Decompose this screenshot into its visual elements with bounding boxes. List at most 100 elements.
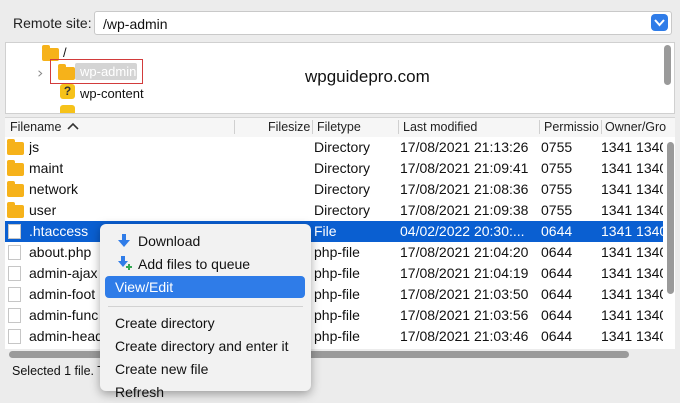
file-permissions: 0644 bbox=[541, 307, 573, 323]
menu-item-create-new-file[interactable]: Create new file bbox=[105, 358, 305, 380]
menu-item-view-edit[interactable]: View/Edit bbox=[105, 276, 305, 298]
file-modified: 17/08/2021 21:09:38 bbox=[400, 202, 529, 218]
menu-item-label: View/Edit bbox=[115, 279, 174, 295]
file-name: .htaccess bbox=[29, 223, 89, 239]
file-icon bbox=[8, 287, 21, 302]
file-name: js bbox=[29, 139, 40, 155]
chevron-down-icon bbox=[654, 19, 665, 27]
column-separator[interactable] bbox=[234, 120, 235, 134]
file-modified: 17/08/2021 21:04:19 bbox=[400, 265, 529, 281]
download-icon bbox=[118, 234, 130, 247]
file-owner: 1341 1340 bbox=[601, 181, 663, 197]
file-type: File bbox=[314, 223, 337, 239]
column-owner-group[interactable]: Owner/Gro bbox=[605, 120, 667, 134]
file-owner: 1341 1340 bbox=[601, 139, 663, 155]
menu-item-create-directory-enter[interactable]: Create directory and enter it bbox=[105, 335, 305, 357]
menu-item-download[interactable]: Download bbox=[105, 230, 305, 252]
file-list-header: Filename Filesize Filetype Last modified… bbox=[5, 117, 675, 138]
folder-icon bbox=[7, 160, 24, 176]
remote-site-value: /wp-admin bbox=[103, 16, 168, 32]
column-separator[interactable] bbox=[601, 120, 602, 134]
file-type: php-file bbox=[314, 286, 360, 302]
file-permissions: 0755 bbox=[541, 181, 573, 197]
table-row[interactable]: js Directory 17/08/2021 21:13:26 0755 13… bbox=[5, 137, 663, 158]
menu-item-label: Refresh bbox=[115, 384, 165, 400]
file-permissions: 0644 bbox=[541, 265, 573, 281]
file-icon bbox=[8, 245, 21, 260]
file-icon bbox=[8, 308, 21, 323]
menu-item-add-to-queue[interactable]: Add files to queue bbox=[105, 253, 305, 275]
file-list-vertical-scrollbar[interactable] bbox=[667, 142, 674, 294]
file-name: admin-func bbox=[29, 307, 99, 323]
menu-item-label: Create new file bbox=[115, 361, 209, 377]
table-row[interactable]: network Directory 17/08/2021 21:08:36 07… bbox=[5, 179, 663, 200]
remote-site-dropdown-button[interactable] bbox=[651, 14, 668, 31]
watermark-text: wpguidepro.com bbox=[305, 67, 430, 86]
file-permissions: 0755 bbox=[541, 160, 573, 176]
file-modified: 17/08/2021 21:09:41 bbox=[400, 160, 529, 176]
file-permissions: 0755 bbox=[541, 139, 573, 155]
file-modified: 17/08/2021 21:03:46 bbox=[400, 328, 529, 344]
tree-scrollbar[interactable] bbox=[664, 45, 671, 85]
file-owner: 1341 1340 bbox=[601, 244, 663, 260]
file-owner: 1341 1340 bbox=[601, 223, 663, 239]
folder-icon bbox=[58, 64, 75, 80]
question-mark-icon: ? bbox=[60, 84, 75, 99]
column-separator[interactable] bbox=[398, 120, 399, 134]
question-mark-icon bbox=[60, 105, 75, 113]
column-last-modified[interactable]: Last modified bbox=[403, 120, 477, 134]
chevron-right-icon[interactable] bbox=[37, 70, 44, 77]
file-name: about.php bbox=[29, 244, 92, 260]
file-type: Directory bbox=[314, 139, 371, 155]
remote-directory-tree: / wp-admin ? wp-content wpguidepro.com bbox=[5, 42, 675, 114]
file-owner: 1341 1340 bbox=[601, 307, 663, 323]
file-type: Directory bbox=[314, 202, 371, 218]
file-owner: 1341 1340 bbox=[601, 328, 663, 344]
folder-icon bbox=[7, 139, 24, 155]
column-separator[interactable] bbox=[539, 120, 540, 134]
table-row[interactable]: user Directory 17/08/2021 21:09:38 0755 … bbox=[5, 200, 663, 221]
menu-item-label: Create directory and enter it bbox=[115, 338, 289, 354]
column-filetype[interactable]: Filetype bbox=[317, 120, 361, 134]
column-separator[interactable] bbox=[312, 120, 313, 134]
status-bar-text: Selected 1 file. T bbox=[12, 364, 105, 378]
remote-site-input[interactable]: /wp-admin bbox=[94, 11, 672, 35]
menu-item-refresh[interactable]: Refresh bbox=[105, 381, 305, 403]
file-permissions: 0755 bbox=[541, 202, 573, 218]
menu-item-label: Create directory bbox=[115, 315, 215, 331]
file-permissions: 0644 bbox=[541, 244, 573, 260]
add-to-queue-icon bbox=[118, 256, 132, 270]
file-name: admin-ajax bbox=[29, 265, 98, 281]
remote-site-label: Remote site: bbox=[13, 15, 92, 31]
sort-ascending-icon bbox=[67, 122, 79, 130]
file-owner: 1341 1340 bbox=[601, 202, 663, 218]
menu-item-create-directory[interactable]: Create directory bbox=[105, 312, 305, 334]
file-modified: 04/02/2022 20:30:... bbox=[400, 223, 525, 239]
table-row[interactable]: maint Directory 17/08/2021 21:09:41 0755… bbox=[5, 158, 663, 179]
folder-icon bbox=[7, 181, 24, 197]
menu-item-label: Add files to queue bbox=[138, 256, 251, 272]
file-icon bbox=[8, 329, 21, 344]
file-type: Directory bbox=[314, 160, 371, 176]
file-modified: 17/08/2021 21:13:26 bbox=[400, 139, 529, 155]
file-owner: 1341 1340 bbox=[601, 160, 663, 176]
file-name: network bbox=[29, 181, 79, 197]
column-filesize[interactable]: Filesize bbox=[268, 120, 310, 134]
folder-icon bbox=[7, 202, 24, 218]
tree-item-wp-admin[interactable]: wp-admin bbox=[80, 64, 136, 79]
file-name: maint bbox=[29, 160, 64, 176]
file-name: admin-foot bbox=[29, 286, 96, 302]
menu-item-label: Download bbox=[138, 233, 201, 249]
column-filename[interactable]: Filename bbox=[10, 120, 61, 134]
file-type: Directory bbox=[314, 181, 371, 197]
column-permissions[interactable]: Permissio bbox=[544, 120, 600, 134]
file-type: php-file bbox=[314, 328, 360, 344]
file-permissions: 0644 bbox=[541, 286, 573, 302]
tree-item-root[interactable]: / bbox=[63, 45, 67, 60]
file-modified: 17/08/2021 21:03:50 bbox=[400, 286, 529, 302]
file-permissions: 0644 bbox=[541, 223, 573, 239]
file-owner: 1341 1340 bbox=[601, 286, 663, 302]
file-icon bbox=[8, 224, 21, 239]
tree-item-wp-content[interactable]: wp-content bbox=[80, 86, 144, 101]
file-name: admin-head bbox=[29, 328, 103, 344]
